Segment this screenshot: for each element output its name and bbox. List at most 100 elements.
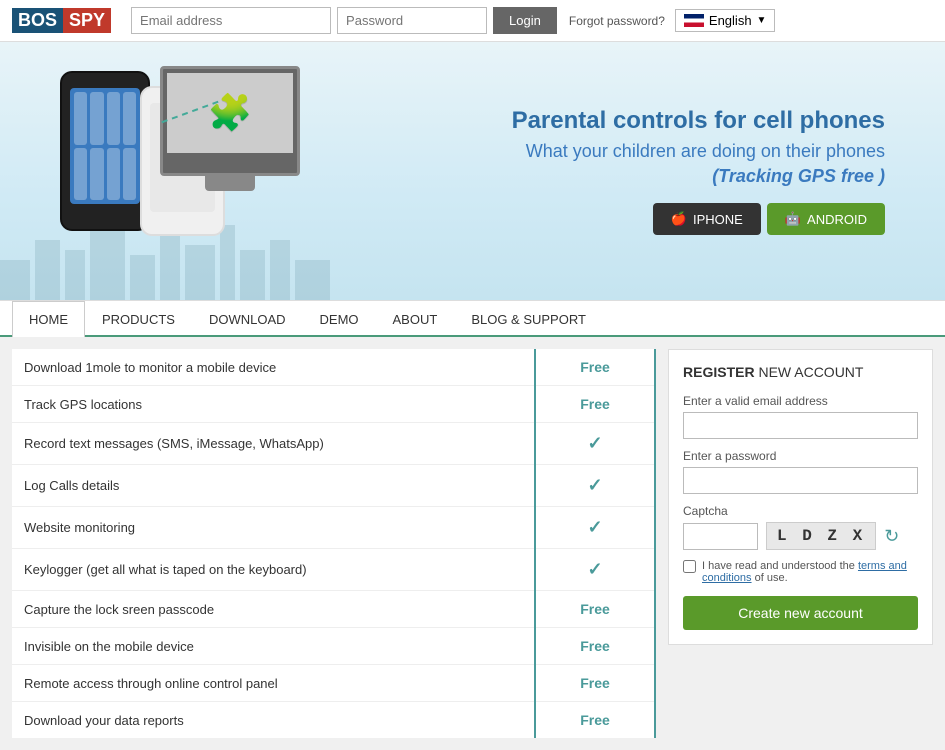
features-table: Download 1mole to monitor a mobile devic…	[12, 349, 656, 738]
register-section: REGISTER NEW ACCOUNT Enter a valid email…	[668, 349, 933, 738]
value-cell: ✓	[535, 507, 655, 549]
nav-item-about[interactable]: ABOUT	[376, 301, 455, 337]
table-row: Download 1mole to monitor a mobile devic…	[12, 349, 655, 386]
value-cell: Free	[535, 665, 655, 702]
monitor: 🧩	[160, 66, 300, 176]
puzzle-icon: 🧩	[208, 92, 253, 134]
value-cell: Free	[535, 591, 655, 628]
hero-title: Parental controls for cell phones	[340, 107, 885, 135]
free-label: Free	[580, 396, 610, 412]
tracking-free: free	[841, 166, 874, 186]
check-mark: ✓	[587, 517, 602, 537]
tracking-end: )	[879, 166, 885, 186]
check-mark: ✓	[587, 433, 602, 453]
value-cell: Free	[535, 702, 655, 739]
feature-cell: Download your data reports	[12, 702, 535, 739]
email-input[interactable]	[131, 7, 331, 34]
value-cell: Free	[535, 628, 655, 665]
nav-item-demo[interactable]: DEMO	[303, 301, 376, 337]
free-label: Free	[580, 638, 610, 654]
table-row: Keylogger (get all what is taped on the …	[12, 549, 655, 591]
nav-item-products[interactable]: PRODUCTS	[85, 301, 192, 337]
table-row: Download your data reports Free	[12, 702, 655, 739]
logo-bos: BOS	[12, 8, 63, 33]
register-title: REGISTER NEW ACCOUNT	[683, 364, 918, 380]
captcha-refresh-button[interactable]: ↻	[884, 526, 899, 547]
feature-cell: Invisible on the mobile device	[12, 628, 535, 665]
logo-spy: SPY	[63, 8, 111, 33]
password-input[interactable]	[337, 7, 487, 34]
free-label: Free	[580, 359, 610, 375]
table-row: Log Calls details ✓	[12, 465, 655, 507]
phone-screen	[70, 88, 140, 204]
app-icon	[74, 92, 87, 145]
hero-section: 4 🧩 Parental controls for cell phones Wh…	[0, 42, 945, 300]
feature-cell: Website monitoring	[12, 507, 535, 549]
nav-item-download[interactable]: DOWNLOAD	[192, 301, 303, 337]
free-label: Free	[580, 712, 610, 728]
feature-cell: Track GPS locations	[12, 386, 535, 423]
terms-end: of use.	[755, 572, 788, 584]
header: BOSSPY Login Forgot password? English ▼	[0, 0, 945, 42]
app-icon	[90, 92, 103, 145]
captcha-label: Captcha	[683, 504, 918, 518]
feature-cell: Remote access through online control pan…	[12, 665, 535, 702]
feature-cell: Download 1mole to monitor a mobile devic…	[12, 349, 535, 386]
forgot-password-link[interactable]: Forgot password?	[569, 14, 665, 28]
app-icon	[123, 148, 136, 201]
value-cell: ✓	[535, 549, 655, 591]
features-section: Download 1mole to monitor a mobile devic…	[12, 349, 656, 738]
table-row: Capture the lock sreen passcode Free	[12, 591, 655, 628]
captcha-image: L D Z X	[766, 522, 876, 550]
password-label: Enter a password	[683, 449, 918, 463]
captcha-row: L D Z X ↻	[683, 522, 918, 550]
monitor-stand	[205, 173, 255, 191]
register-rest: NEW ACCOUNT	[755, 364, 864, 380]
nav-item-home[interactable]: HOME	[12, 301, 85, 337]
terms-prefix: I have read and understood the	[702, 560, 855, 572]
flag-icon	[684, 14, 704, 27]
hero-text: Parental controls for cell phones What y…	[320, 107, 885, 235]
register-bold: REGISTER	[683, 364, 755, 380]
value-cell: ✓	[535, 423, 655, 465]
main-content: Download 1mole to monitor a mobile devic…	[0, 337, 945, 750]
check-mark: ✓	[587, 559, 602, 579]
login-button[interactable]: Login	[493, 7, 557, 34]
register-email-input[interactable]	[683, 412, 918, 439]
email-label: Enter a valid email address	[683, 394, 918, 408]
register-box: REGISTER NEW ACCOUNT Enter a valid email…	[668, 349, 933, 645]
app-icon	[90, 148, 103, 201]
check-mark: ✓	[587, 475, 602, 495]
table-row: Remote access through online control pan…	[12, 665, 655, 702]
free-label: Free	[580, 601, 610, 617]
feature-cell: Log Calls details	[12, 465, 535, 507]
terms-checkbox[interactable]	[683, 560, 696, 573]
app-icon	[74, 148, 87, 201]
table-row: Track GPS locations Free	[12, 386, 655, 423]
language-selector[interactable]: English ▼	[675, 9, 776, 32]
table-row: Record text messages (SMS, iMessage, Wha…	[12, 423, 655, 465]
value-cell: ✓	[535, 465, 655, 507]
hero-tracking: (Tracking GPS free )	[340, 166, 885, 187]
logo: BOSSPY	[12, 8, 111, 33]
terms-row: I have read and understood the terms and…	[683, 560, 918, 584]
table-row: Invisible on the mobile device Free	[12, 628, 655, 665]
app-icon	[107, 148, 120, 201]
hero-phones: 4 🧩	[20, 51, 320, 291]
language-label: English	[709, 13, 752, 28]
register-password-input[interactable]	[683, 467, 918, 494]
phone-black	[60, 71, 150, 231]
free-label: Free	[580, 675, 610, 691]
feature-cell: Capture the lock sreen passcode	[12, 591, 535, 628]
value-cell: Free	[535, 386, 655, 423]
tracking-text: (Tracking GPS	[712, 166, 836, 186]
captcha-input[interactable]	[683, 523, 758, 550]
feature-cell: Record text messages (SMS, iMessage, Wha…	[12, 423, 535, 465]
app-icon	[107, 92, 120, 145]
create-account-button[interactable]: Create new account	[683, 596, 918, 630]
chevron-down-icon: ▼	[757, 15, 767, 26]
nav-item-blog[interactable]: BLOG & SUPPORT	[454, 301, 603, 337]
terms-text: I have read and understood the terms and…	[702, 560, 918, 584]
hero-subtitle: What your children are doing on their ph…	[340, 141, 885, 162]
value-cell: Free	[535, 349, 655, 386]
